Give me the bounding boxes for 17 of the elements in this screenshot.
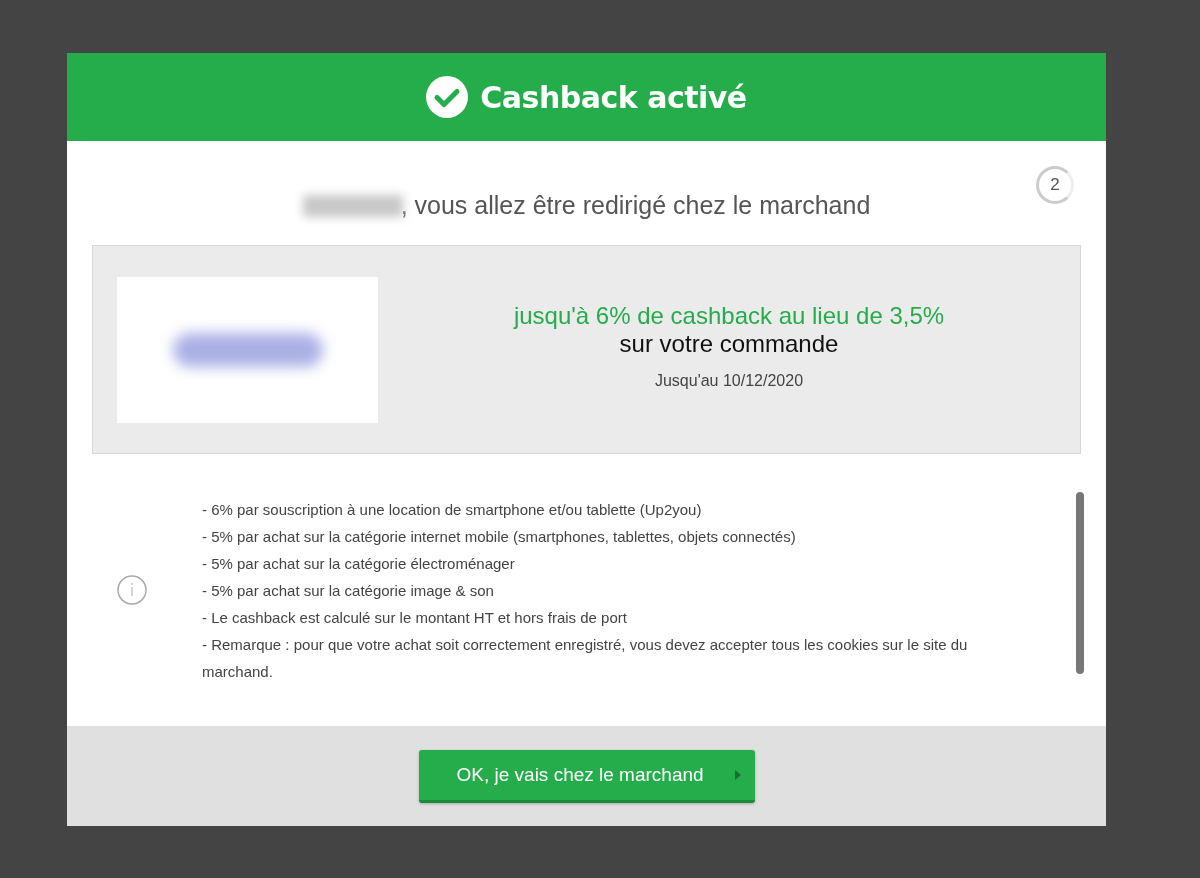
caret-icon	[734, 769, 741, 780]
countdown-timer: 2	[1036, 166, 1074, 204]
cashback-rate: jusqu'à 6% de cashback au lieu de 3,5%	[513, 301, 945, 330]
condition-text: - 5% par achat sur la catégorie internet mobile (smartphones, tablettes, objets connectés)	[202, 526, 797, 547]
condition-text: - 6% par souscription à une location de smartphone et/ou tablette (Up2you)	[202, 499, 703, 520]
go-to-merchant-button[interactable]: OK, je vais chez le marchand	[418, 749, 755, 803]
check-circle-icon	[426, 76, 469, 118]
condition-text: - Remarque : pour que votre achat soit correctement enregistré, vous devez accepter tous les cookies sur le site du marchand.	[202, 634, 969, 682]
scrollbar[interactable]	[1076, 492, 1084, 674]
condition-text: - 5% par achat sur la catégorie électroménager	[202, 553, 516, 574]
condition-text: - 5% par achat sur la catégorie image & son	[202, 580, 495, 601]
condition-text: - Le cashback est calculé sur le montant HT et hors frais de port	[202, 607, 628, 628]
info-icon	[117, 575, 147, 605]
offer-validity: Jusqu'au 10/12/2020	[654, 371, 804, 390]
modal-title: Cashback activé	[480, 79, 747, 115]
offer-subline: sur votre commande	[619, 329, 839, 358]
redirect-message: , vous allez être redirigé chez le marchand	[400, 191, 871, 220]
